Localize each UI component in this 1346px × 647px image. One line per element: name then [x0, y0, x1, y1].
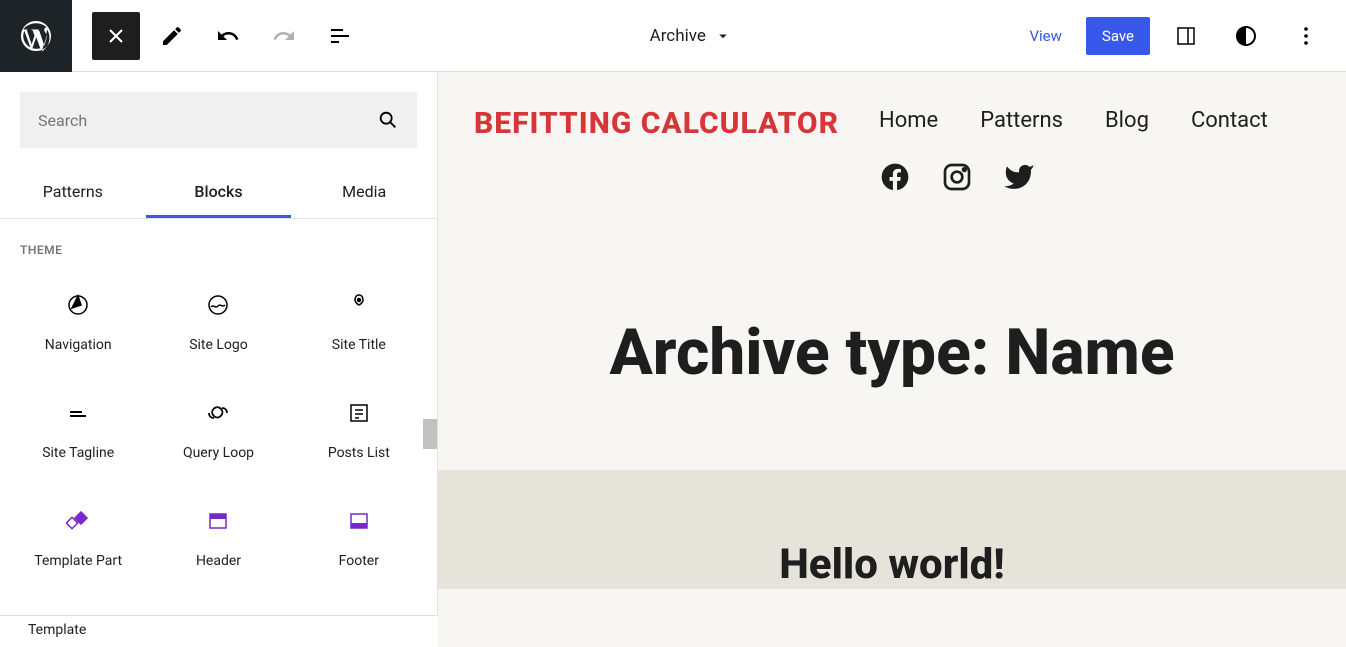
template-part-icon	[66, 509, 90, 533]
block-header[interactable]: Header	[152, 489, 284, 589]
site-header: BEFITTING CALCULATOR Home Patterns Blog …	[438, 72, 1346, 225]
block-footer[interactable]: Footer	[293, 489, 425, 589]
view-link[interactable]: View	[1017, 19, 1073, 53]
inserter-tabs: Patterns Blocks Media	[0, 168, 437, 219]
blocks-list: THEME Navigation Site Logo Site Title Si…	[0, 219, 437, 647]
styles-button[interactable]	[1222, 12, 1270, 60]
list-view-button[interactable]	[316, 12, 364, 60]
post-section[interactable]: Hello world!	[438, 470, 1346, 589]
redo-button[interactable]	[260, 12, 308, 60]
posts-list-icon	[347, 401, 371, 425]
block-posts-list[interactable]: Posts List	[293, 381, 425, 481]
save-button[interactable]: Save	[1086, 17, 1150, 55]
instagram-icon[interactable]	[941, 161, 973, 193]
archive-hero[interactable]: Archive type: Name	[438, 225, 1346, 470]
edit-icon[interactable]	[148, 12, 196, 60]
tab-patterns[interactable]: Patterns	[0, 168, 146, 218]
scrollbar-thumb[interactable]	[423, 419, 437, 449]
search-box[interactable]	[20, 92, 417, 148]
options-button[interactable]	[1282, 12, 1330, 60]
block-site-logo[interactable]: Site Logo	[152, 273, 284, 373]
block-site-title[interactable]: Site Title	[293, 273, 425, 373]
block-template-part[interactable]: Template Part	[12, 489, 144, 589]
social-links	[879, 161, 1035, 193]
site-title[interactable]: BEFITTING CALCULATOR	[474, 104, 839, 193]
nav-patterns[interactable]: Patterns	[980, 108, 1063, 133]
wordpress-logo[interactable]	[0, 0, 72, 72]
search-icon	[377, 109, 399, 131]
block-inserter-panel: Patterns Blocks Media THEME Navigation S…	[0, 72, 438, 647]
close-inserter-button[interactable]	[92, 12, 140, 60]
site-tagline-icon	[66, 401, 90, 425]
site-title-icon	[347, 293, 371, 317]
query-loop-icon	[206, 401, 230, 425]
tab-blocks[interactable]: Blocks	[146, 168, 292, 218]
block-site-tagline[interactable]: Site Tagline	[12, 381, 144, 481]
nav-blog[interactable]: Blog	[1105, 108, 1149, 133]
template-selector[interactable]: Archive	[364, 26, 1017, 46]
nav-home[interactable]: Home	[879, 108, 938, 133]
editor-canvas[interactable]: BEFITTING CALCULATOR Home Patterns Blog …	[438, 72, 1346, 647]
facebook-icon[interactable]	[879, 161, 911, 193]
nav-menu: Home Patterns Blog Contact	[879, 108, 1268, 133]
tab-media[interactable]: Media	[291, 168, 437, 218]
site-logo-icon	[206, 293, 230, 317]
undo-button[interactable]	[204, 12, 252, 60]
archive-title: Archive type: Name	[458, 315, 1326, 390]
twitter-icon[interactable]	[1003, 161, 1035, 193]
header-icon	[206, 509, 230, 533]
breadcrumb[interactable]: Template	[0, 615, 438, 647]
block-query-loop[interactable]: Query Loop	[152, 381, 284, 481]
section-label: THEME	[12, 243, 425, 273]
chevron-down-icon	[714, 27, 732, 45]
settings-panel-button[interactable]	[1162, 12, 1210, 60]
post-title: Hello world!	[458, 540, 1326, 589]
nav-contact[interactable]: Contact	[1191, 108, 1268, 133]
navigation-icon	[66, 293, 90, 317]
template-name: Archive	[650, 26, 706, 46]
scrollbar[interactable]	[423, 219, 437, 647]
toolbar-right: View Save	[1017, 12, 1346, 60]
block-navigation[interactable]: Navigation	[12, 273, 144, 373]
toolbar-left	[72, 12, 364, 60]
search-input[interactable]	[38, 111, 377, 130]
top-toolbar: Archive View Save	[0, 0, 1346, 72]
footer-icon	[347, 509, 371, 533]
